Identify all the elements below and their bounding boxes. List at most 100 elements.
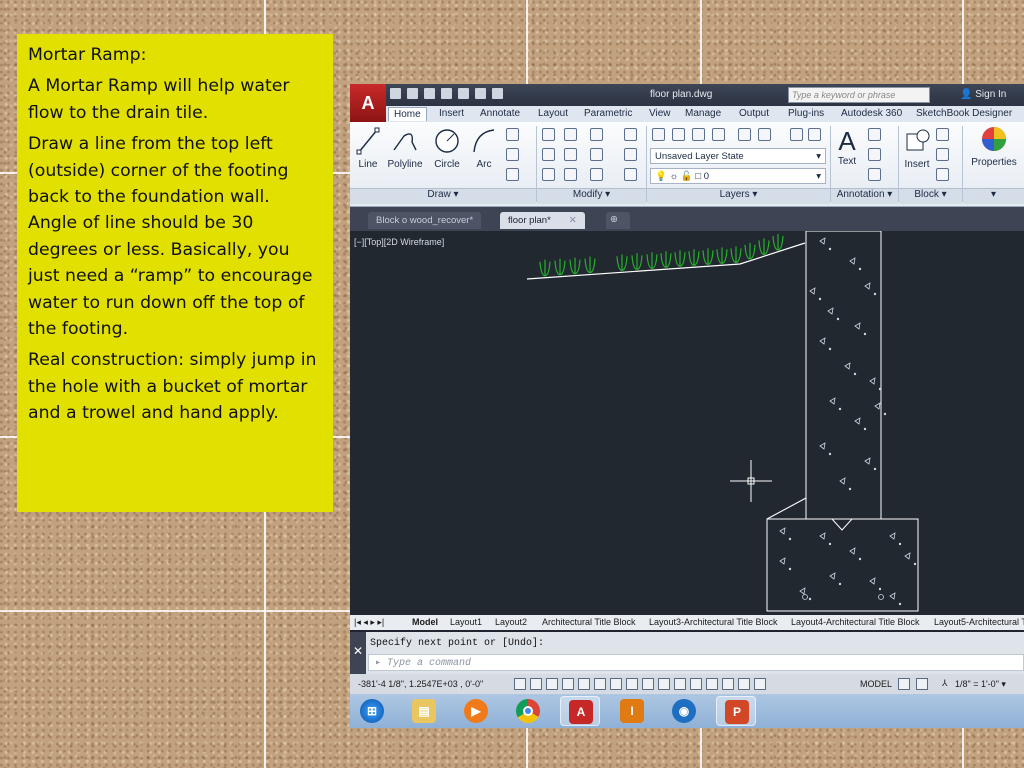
layout-tab-3[interactable]: Layout3-Architectural Title Block	[649, 617, 778, 627]
taskbar-viewer[interactable]: ◉	[664, 696, 704, 726]
object-snap-icon[interactable]	[594, 678, 606, 690]
arc-tool-button[interactable]: Arc	[470, 126, 498, 170]
sign-in-button[interactable]: 👤 Sign In	[960, 89, 1006, 100]
layout-nav-icon[interactable]: |◂ ◂ ▸ ▸|	[354, 617, 384, 628]
array-icon[interactable]	[590, 168, 603, 181]
selection-cycling-icon[interactable]	[722, 678, 734, 690]
start-button[interactable]: ⊞	[352, 696, 392, 726]
panel-block[interactable]: Block ▾	[899, 188, 962, 204]
create-block-icon[interactable]	[936, 128, 949, 141]
rotate-icon[interactable]	[564, 128, 577, 141]
search-input[interactable]: Type a keyword or phrase	[788, 87, 930, 103]
close-icon[interactable]: ✕	[569, 215, 577, 226]
snap-mode-icon[interactable]	[530, 678, 542, 690]
quick-view-drawings-icon[interactable]	[916, 678, 928, 690]
offset-icon[interactable]	[624, 168, 637, 181]
open-icon[interactable]	[407, 88, 418, 99]
layer-freeze-icon[interactable]	[738, 128, 751, 141]
undo-icon[interactable]	[475, 88, 486, 99]
scale-icon[interactable]	[564, 168, 577, 181]
taskbar-explorer[interactable]: ▤	[404, 696, 444, 726]
layer-state-dropdown[interactable]: Unsaved Layer State ▾	[650, 148, 826, 164]
3d-object-snap-icon[interactable]	[610, 678, 622, 690]
plot-icon[interactable]	[458, 88, 469, 99]
ribbon-tab-sketchbook[interactable]: SketchBook Designer	[911, 107, 1017, 120]
doc-tab-block-o-wood[interactable]: Block o wood_recover*	[368, 212, 482, 229]
infer-constraints-icon[interactable]	[514, 678, 526, 690]
panel-annotation[interactable]: Annotation ▾	[831, 188, 898, 204]
copy-icon[interactable]	[542, 148, 555, 161]
dimension-icon[interactable]	[868, 128, 881, 141]
ellipse-icon[interactable]	[506, 148, 519, 161]
save-icon[interactable]	[424, 88, 435, 99]
polyline-tool-button[interactable]: Polyline	[387, 126, 423, 170]
ribbon-tab-view[interactable]: View	[644, 107, 676, 120]
ortho-mode-icon[interactable]	[562, 678, 574, 690]
taskbar-inventor[interactable]: I	[612, 696, 652, 726]
panel-layers[interactable]: Layers ▾	[647, 188, 830, 204]
lineweight-icon[interactable]	[674, 678, 686, 690]
layer-isolate-icon[interactable]	[712, 128, 725, 141]
layer-unlock-icon[interactable]	[808, 128, 821, 141]
panel-properties[interactable]: ▾	[963, 188, 1024, 204]
quick-view-layouts-icon[interactable]	[898, 678, 910, 690]
trim-icon[interactable]	[590, 128, 603, 141]
layer-properties-icon[interactable]	[652, 128, 665, 141]
ribbon-tab-plugins[interactable]: Plug-ins	[783, 107, 829, 120]
layout-tab-1[interactable]: Layout1	[450, 617, 482, 627]
taskbar-media-player[interactable]: ▶	[456, 696, 496, 726]
annotation-monitor-icon[interactable]	[738, 678, 750, 690]
text-tool-button[interactable]: A Text	[834, 126, 860, 167]
layer-dropdown[interactable]: 💡 ☼ 🔓 □ 0 ▾	[650, 168, 826, 184]
erase-icon[interactable]	[624, 128, 637, 141]
taskbar-powerpoint[interactable]: P	[716, 696, 756, 726]
polar-tracking-icon[interactable]	[578, 678, 590, 690]
stretch-icon[interactable]	[542, 168, 555, 181]
app-menu-button[interactable]: A	[350, 84, 386, 122]
mirror-icon[interactable]	[564, 148, 577, 161]
block-attribute-icon[interactable]	[936, 168, 949, 181]
ribbon-tab-manage[interactable]: Manage	[680, 107, 726, 120]
drawing-viewport[interactable]: [−][Top][2D Wireframe]	[350, 231, 1024, 615]
layout-tab-4[interactable]: Layout4-Architectural Title Block	[791, 617, 920, 627]
new-tab-button[interactable]: ⊕	[606, 212, 630, 229]
layout-tab-title-block[interactable]: Architectural Title Block	[542, 617, 636, 627]
grid-display-icon[interactable]	[546, 678, 558, 690]
new-icon[interactable]	[390, 88, 401, 99]
object-snap-tracking-icon[interactable]	[626, 678, 638, 690]
save-as-icon[interactable]	[441, 88, 452, 99]
insert-block-button[interactable]: Insert	[902, 126, 932, 170]
doc-tab-floor-plan[interactable]: floor plan* ✕	[500, 212, 585, 229]
close-command-icon[interactable]: ✕	[350, 632, 366, 674]
layer-previous-icon[interactable]	[692, 128, 705, 141]
layer-lock-icon[interactable]	[790, 128, 803, 141]
dynamic-input-icon[interactable]	[658, 678, 670, 690]
edit-block-icon[interactable]	[936, 148, 949, 161]
transparency-icon[interactable]	[690, 678, 702, 690]
fillet-icon[interactable]	[590, 148, 603, 161]
taskbar-autocad[interactable]: A	[560, 696, 600, 726]
move-icon[interactable]	[542, 128, 555, 141]
ribbon-tab-autodesk-360[interactable]: Autodesk 360	[836, 107, 907, 120]
quick-properties-icon[interactable]	[706, 678, 718, 690]
ribbon-tab-layout[interactable]: Layout	[533, 107, 573, 120]
command-input[interactable]: ▸ Type a command	[368, 654, 1024, 671]
taskbar-chrome[interactable]	[508, 696, 548, 726]
line-tool-button[interactable]: Line	[356, 126, 380, 170]
panel-modify[interactable]: Modify ▾	[537, 188, 646, 204]
ribbon-tab-home[interactable]: Home	[388, 107, 427, 121]
layout-tab-model[interactable]: Model	[412, 617, 438, 627]
redo-icon[interactable]	[492, 88, 503, 99]
rectangle-icon[interactable]	[506, 128, 519, 141]
panel-draw[interactable]: Draw ▾	[350, 188, 536, 204]
layer-match-icon[interactable]	[672, 128, 685, 141]
workspace-icon[interactable]	[754, 678, 766, 690]
ribbon-tab-parametric[interactable]: Parametric	[579, 107, 637, 120]
annotation-scale-dropdown[interactable]: 1/8" = 1'-0" ▾	[955, 679, 1006, 690]
ribbon-tab-insert[interactable]: Insert	[434, 107, 469, 120]
explode-icon[interactable]	[624, 148, 637, 161]
layout-tab-2[interactable]: Layout2	[495, 617, 527, 627]
hatch-icon[interactable]	[506, 168, 519, 181]
table-icon[interactable]	[868, 168, 881, 181]
properties-button[interactable]: Properties	[964, 124, 1024, 168]
